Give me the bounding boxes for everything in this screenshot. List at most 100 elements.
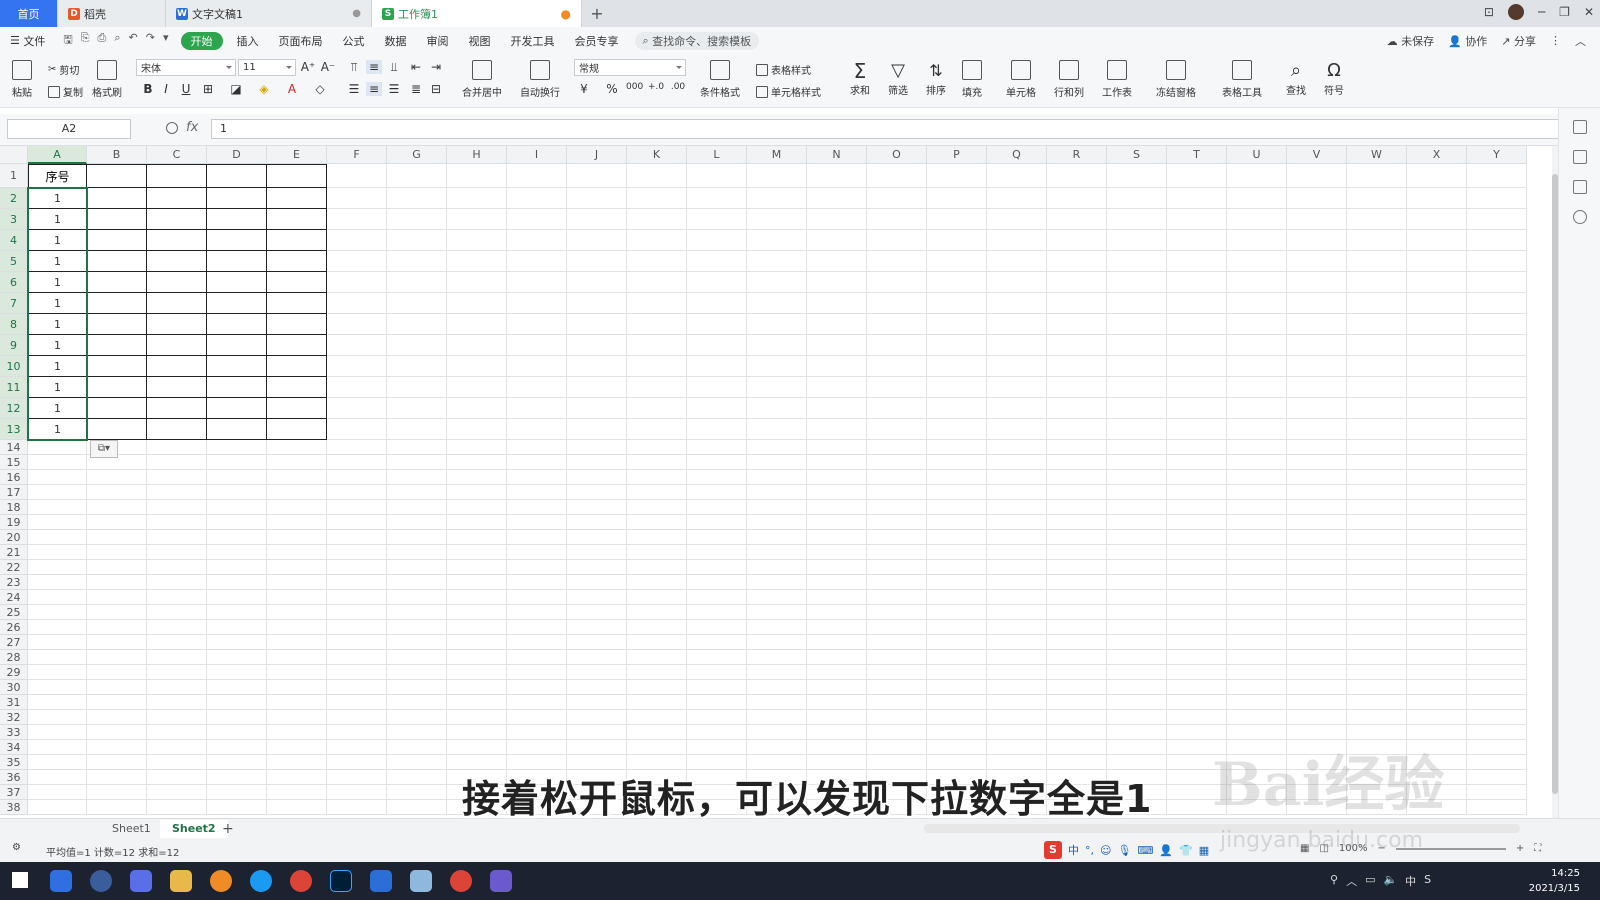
grid-cell[interactable] [1227,605,1287,620]
grid-cell[interactable] [387,530,447,545]
undo-icon[interactable]: ↶ [129,31,138,50]
autofill-options-button[interactable]: ⧉▾ [90,440,118,458]
grid-cell[interactable] [1407,164,1467,188]
grid-cell[interactable] [927,485,987,500]
grid-cell[interactable] [267,440,327,455]
row-header[interactable]: 27 [0,635,28,650]
grid-cell[interactable] [507,620,567,635]
grid-cell[interactable] [1407,695,1467,710]
grid-cell[interactable] [687,515,747,530]
grid-cell[interactable] [747,515,807,530]
grid-cell[interactable] [387,710,447,725]
grid-cell[interactable] [267,485,327,500]
grid-cell[interactable] [1107,251,1167,272]
grid-cell[interactable] [267,770,327,785]
grid-cell[interactable] [687,209,747,230]
grid-cell[interactable] [1407,515,1467,530]
grid-cell[interactable] [687,680,747,695]
keyboard-icon[interactable]: ⌨ [1137,844,1153,857]
grid-cell[interactable] [267,650,327,665]
font-size-select[interactable]: 11 [238,59,296,76]
grid-cell[interactable] [1467,314,1527,335]
grid-cell[interactable] [447,356,507,377]
grid-cell[interactable] [1107,314,1167,335]
grid-cell[interactable] [1167,356,1227,377]
grid-cell[interactable] [1407,251,1467,272]
row-header[interactable]: 14 [0,440,28,455]
grid-cell[interactable] [1167,545,1227,560]
grid-cell[interactable] [1047,725,1107,740]
grid-cell[interactable] [147,230,207,251]
grid-cell[interactable] [1047,620,1107,635]
grid-cell[interactable] [747,356,807,377]
unsaved-button[interactable]: ☁ 未保存 [1387,33,1435,49]
grid-cell[interactable] [147,725,207,740]
grid-cell[interactable] [87,785,147,800]
grid-cell[interactable] [627,545,687,560]
grid-cell[interactable] [447,680,507,695]
grid-cell[interactable] [1167,272,1227,293]
grid-cell[interactable] [567,440,627,455]
grid-cell[interactable] [387,545,447,560]
grid-cell[interactable] [567,710,627,725]
cut-button[interactable]: ✂ 剪切 [48,62,79,77]
align-bottom-icon[interactable]: ⫫ [386,60,402,75]
print-icon[interactable]: ⎙ [98,31,107,50]
grid-cell[interactable] [627,560,687,575]
grid-cell[interactable] [507,710,567,725]
grid-cell[interactable] [387,293,447,314]
grid-cell[interactable] [567,620,627,635]
grid-cell[interactable] [987,440,1047,455]
grid-cell[interactable] [747,680,807,695]
row-header[interactable]: 15 [0,455,28,470]
grid-cell[interactable] [447,335,507,356]
grid-cell[interactable] [1287,590,1347,605]
grid-cell[interactable] [627,605,687,620]
grid-cell[interactable] [147,590,207,605]
grid-cell[interactable] [1227,545,1287,560]
more-icon[interactable]: ▾ [163,31,169,50]
grid-cell[interactable] [1107,725,1167,740]
align-right-icon[interactable]: ☰ [386,82,402,96]
grid-cell[interactable] [267,455,327,470]
column-header[interactable]: V [1287,146,1347,164]
column-header[interactable]: Y [1467,146,1527,164]
grid-cell[interactable] [267,575,327,590]
grid-cell[interactable] [147,545,207,560]
grid-cell[interactable] [1287,665,1347,680]
row-header[interactable]: 25 [0,605,28,620]
grid-cell[interactable] [807,500,867,515]
grid-cell[interactable] [1047,695,1107,710]
grid-cell[interactable] [1047,710,1107,725]
grid-cell[interactable] [987,665,1047,680]
row-header[interactable]: 16 [0,470,28,485]
grid-cell[interactable] [1047,398,1107,419]
grid-cell[interactable] [387,356,447,377]
grid-cell[interactable] [807,710,867,725]
grid-cell[interactable] [207,650,267,665]
row-header[interactable]: 24 [0,590,28,605]
row-header[interactable]: 17 [0,485,28,500]
menu-tab-review[interactable]: 审阅 [417,27,459,54]
grid-cell[interactable] [327,356,387,377]
grid-cell[interactable] [627,314,687,335]
grid-cell[interactable] [567,725,627,740]
column-header[interactable]: Q [987,146,1047,164]
grid-cell[interactable] [1287,230,1347,251]
grid-cell[interactable] [1227,500,1287,515]
grid-cell[interactable] [1047,515,1107,530]
volume-icon[interactable]: 🔈 [1383,873,1397,889]
grid-cell[interactable] [207,680,267,695]
grid-cell[interactable] [447,398,507,419]
decrease-decimal-icon[interactable]: .00 [670,82,686,92]
grid-cell[interactable] [1407,530,1467,545]
grid-cell[interactable] [867,419,927,440]
grid-cell[interactable] [627,230,687,251]
grid-cell[interactable] [807,590,867,605]
grid-cell[interactable] [267,251,327,272]
grid-cell[interactable] [1407,635,1467,650]
grid-cell[interactable] [1167,695,1227,710]
grid-cell[interactable] [987,545,1047,560]
grid-cell[interactable] [567,560,627,575]
grid-cell[interactable] [87,740,147,755]
